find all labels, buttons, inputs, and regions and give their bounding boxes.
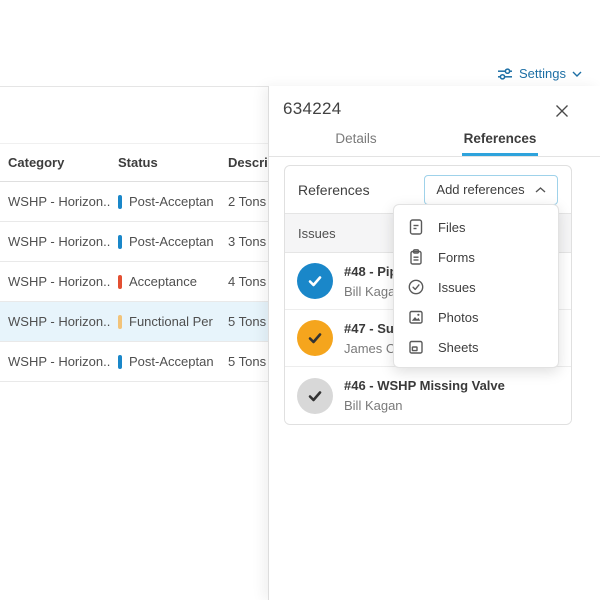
references-heading: References (298, 182, 370, 198)
add-references-label: Add references (436, 182, 524, 197)
add-references-button[interactable]: Add references (424, 175, 558, 205)
menu-item-label: Photos (438, 310, 478, 325)
sliders-icon (497, 67, 513, 81)
settings-button[interactable]: Settings (493, 64, 586, 83)
menu-item-label: Issues (438, 280, 476, 295)
photo-icon (407, 308, 425, 326)
chevron-up-icon (535, 187, 546, 193)
status-cell: Functional Per (110, 314, 220, 329)
menu-item-forms[interactable]: Forms (394, 242, 558, 272)
status-cell: Acceptance (110, 274, 220, 289)
status-color-bar (118, 195, 122, 209)
issue-assignee: Bill Kagan (344, 398, 505, 413)
tab-details-label: Details (333, 131, 378, 156)
status-label: Post-Acceptan (129, 194, 214, 209)
issue-check-avatar (297, 378, 333, 414)
close-icon (554, 103, 570, 119)
menu-item-label: Forms (438, 250, 475, 265)
issue-title: #46 - WSHP Missing Valve (344, 378, 505, 393)
settings-label: Settings (519, 66, 566, 81)
issue-list-item[interactable]: #46 - WSHP Missing Valve Bill Kagan (285, 367, 571, 424)
close-drawer-button[interactable] (552, 101, 572, 121)
tab-references-label: References (462, 131, 539, 156)
status-label: Post-Acceptan (129, 354, 214, 369)
tabs-divider (269, 156, 600, 157)
status-cell: Post-Acceptan (110, 234, 220, 249)
column-header-status: Status (110, 155, 220, 170)
drawer-tabs: Details References (284, 124, 572, 156)
category-cell: WSHP - Horizon... (0, 314, 110, 329)
record-id-title: 634224 (283, 99, 342, 119)
check-icon (305, 271, 325, 291)
check-icon (305, 328, 325, 348)
category-cell: WSHP - Horizon... (0, 354, 110, 369)
add-references-menu: Files Forms Issues (393, 204, 559, 368)
menu-item-label: Sheets (438, 340, 478, 355)
issue-check-avatar (297, 320, 333, 356)
check-icon (305, 386, 325, 406)
status-color-bar (118, 315, 122, 329)
status-cell: Post-Acceptan (110, 354, 220, 369)
menu-item-files[interactable]: Files (394, 212, 558, 242)
menu-item-sheets[interactable]: Sheets (394, 332, 558, 362)
category-cell: WSHP - Horizon... (0, 234, 110, 249)
category-cell: WSHP - Horizon... (0, 274, 110, 289)
form-icon (407, 248, 425, 266)
tab-details[interactable]: Details (284, 124, 428, 156)
issue-icon (407, 278, 425, 296)
issue-text: #46 - WSHP Missing Valve Bill Kagan (344, 378, 505, 413)
file-icon (407, 218, 425, 236)
status-label: Functional Per (129, 314, 213, 329)
menu-item-photos[interactable]: Photos (394, 302, 558, 332)
tab-references[interactable]: References (428, 124, 572, 156)
issues-section-label: Issues (298, 226, 336, 241)
menu-item-issues[interactable]: Issues (394, 272, 558, 302)
category-cell: WSHP - Horizon... (0, 194, 110, 209)
status-label: Acceptance (129, 274, 197, 289)
detail-drawer: 634224 Details References References Add… (268, 86, 600, 600)
status-label: Post-Acceptan (129, 234, 214, 249)
chevron-down-icon (572, 71, 582, 77)
status-color-bar (118, 355, 122, 369)
status-color-bar (118, 275, 122, 289)
issue-check-avatar (297, 263, 333, 299)
status-cell: Post-Acceptan (110, 194, 220, 209)
status-color-bar (118, 235, 122, 249)
sheet-icon (407, 338, 425, 356)
column-header-category: Category (0, 155, 110, 170)
menu-item-label: Files (438, 220, 465, 235)
